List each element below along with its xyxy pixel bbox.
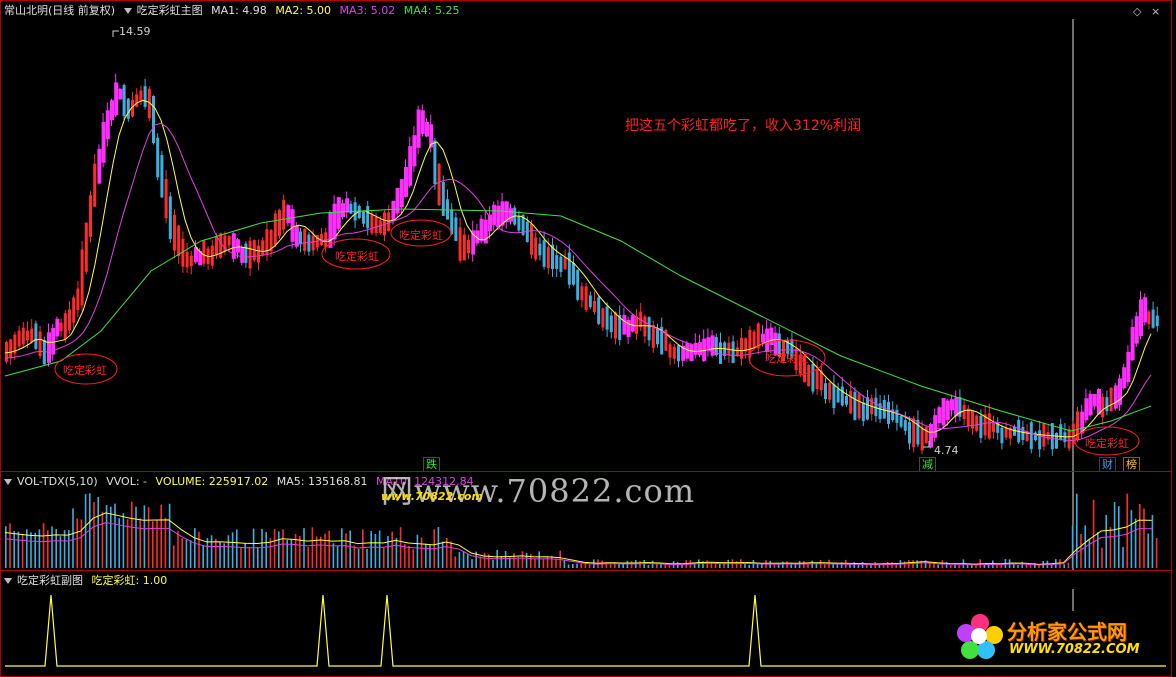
vol-ma5: MA5: 135168.81: [276, 475, 368, 488]
diamond-icon[interactable]: ◇: [1133, 5, 1141, 18]
sub-indicator[interactable]: 吃定彩虹副图: [17, 574, 83, 587]
dropdown-icon[interactable]: [4, 578, 12, 584]
high-price-label: 14.59: [119, 25, 151, 38]
oval-label-2: 吃定彩虹: [335, 250, 379, 263]
low-price-label: 4.74: [934, 444, 959, 457]
tag-bang[interactable]: 榜: [1123, 457, 1140, 472]
stock-name: 常山北明(日线 前复权): [4, 4, 116, 17]
tag-jian[interactable]: 减: [919, 457, 936, 472]
main-header: 常山北明(日线 前复权) 吃定彩虹主图 MA1: 4.98 MA2: 5.00 …: [4, 4, 464, 18]
sub-header: 吃定彩虹副图 吃定彩虹: 1.00: [4, 574, 172, 588]
watermark-text: 网www.70822.com: [381, 472, 696, 510]
vol-indicator[interactable]: VOL-TDX(5,10): [17, 475, 98, 488]
brand-logo: 分析家公式网 WWW.70822.COM: [957, 612, 1157, 662]
tag-cai[interactable]: 财: [1099, 457, 1116, 472]
annotation-text: 把这五个彩虹都吃了，收入312%利润: [625, 118, 862, 134]
dropdown-icon[interactable]: [123, 8, 132, 14]
volume-panel[interactable]: VOL-TDX(5,10) VVOL: - VOLUME: 225917.02 …: [0, 471, 1172, 571]
volume-value: VOLUME: 225917.02: [155, 475, 269, 488]
dropdown-icon[interactable]: [4, 479, 12, 485]
oval-label-5: 吃定彩虹: [1085, 437, 1129, 450]
indicator-name[interactable]: 吃定彩虹主图: [137, 4, 203, 17]
ma4-value: MA4: 5.25: [403, 4, 460, 17]
ma3-value: MA3: 5.02: [339, 4, 396, 17]
oval-label-1: 吃定彩虹: [63, 364, 107, 377]
sub-value: 吃定彩虹: 1.00: [91, 574, 168, 587]
flower-icon: [957, 614, 1003, 660]
oval-label-4: 吃定彩虹: [765, 352, 809, 365]
vvol-value: VVOL: -: [106, 475, 148, 488]
ma1-value: MA1: 4.98: [211, 4, 267, 17]
sub-chart-panel[interactable]: 吃定彩虹副图 吃定彩虹: 1.00 分析家公式网 WWW.70822.COM: [0, 570, 1172, 677]
watermark-url-small: www.70822.com: [381, 490, 483, 503]
brand-url: WWW.70822.COM: [1009, 642, 1140, 657]
close-icon[interactable]: ×: [1151, 5, 1160, 18]
brand-name: 分析家公式网: [1007, 620, 1127, 644]
candlestick-chart[interactable]: [1, 1, 1171, 471]
oval-label-3: 吃定彩虹: [399, 229, 443, 242]
main-chart-panel[interactable]: 常山北明(日线 前复权) 吃定彩虹主图 MA1: 4.98 MA2: 5.00 …: [0, 0, 1172, 472]
ma2-value: MA2: 5.00: [275, 4, 332, 17]
